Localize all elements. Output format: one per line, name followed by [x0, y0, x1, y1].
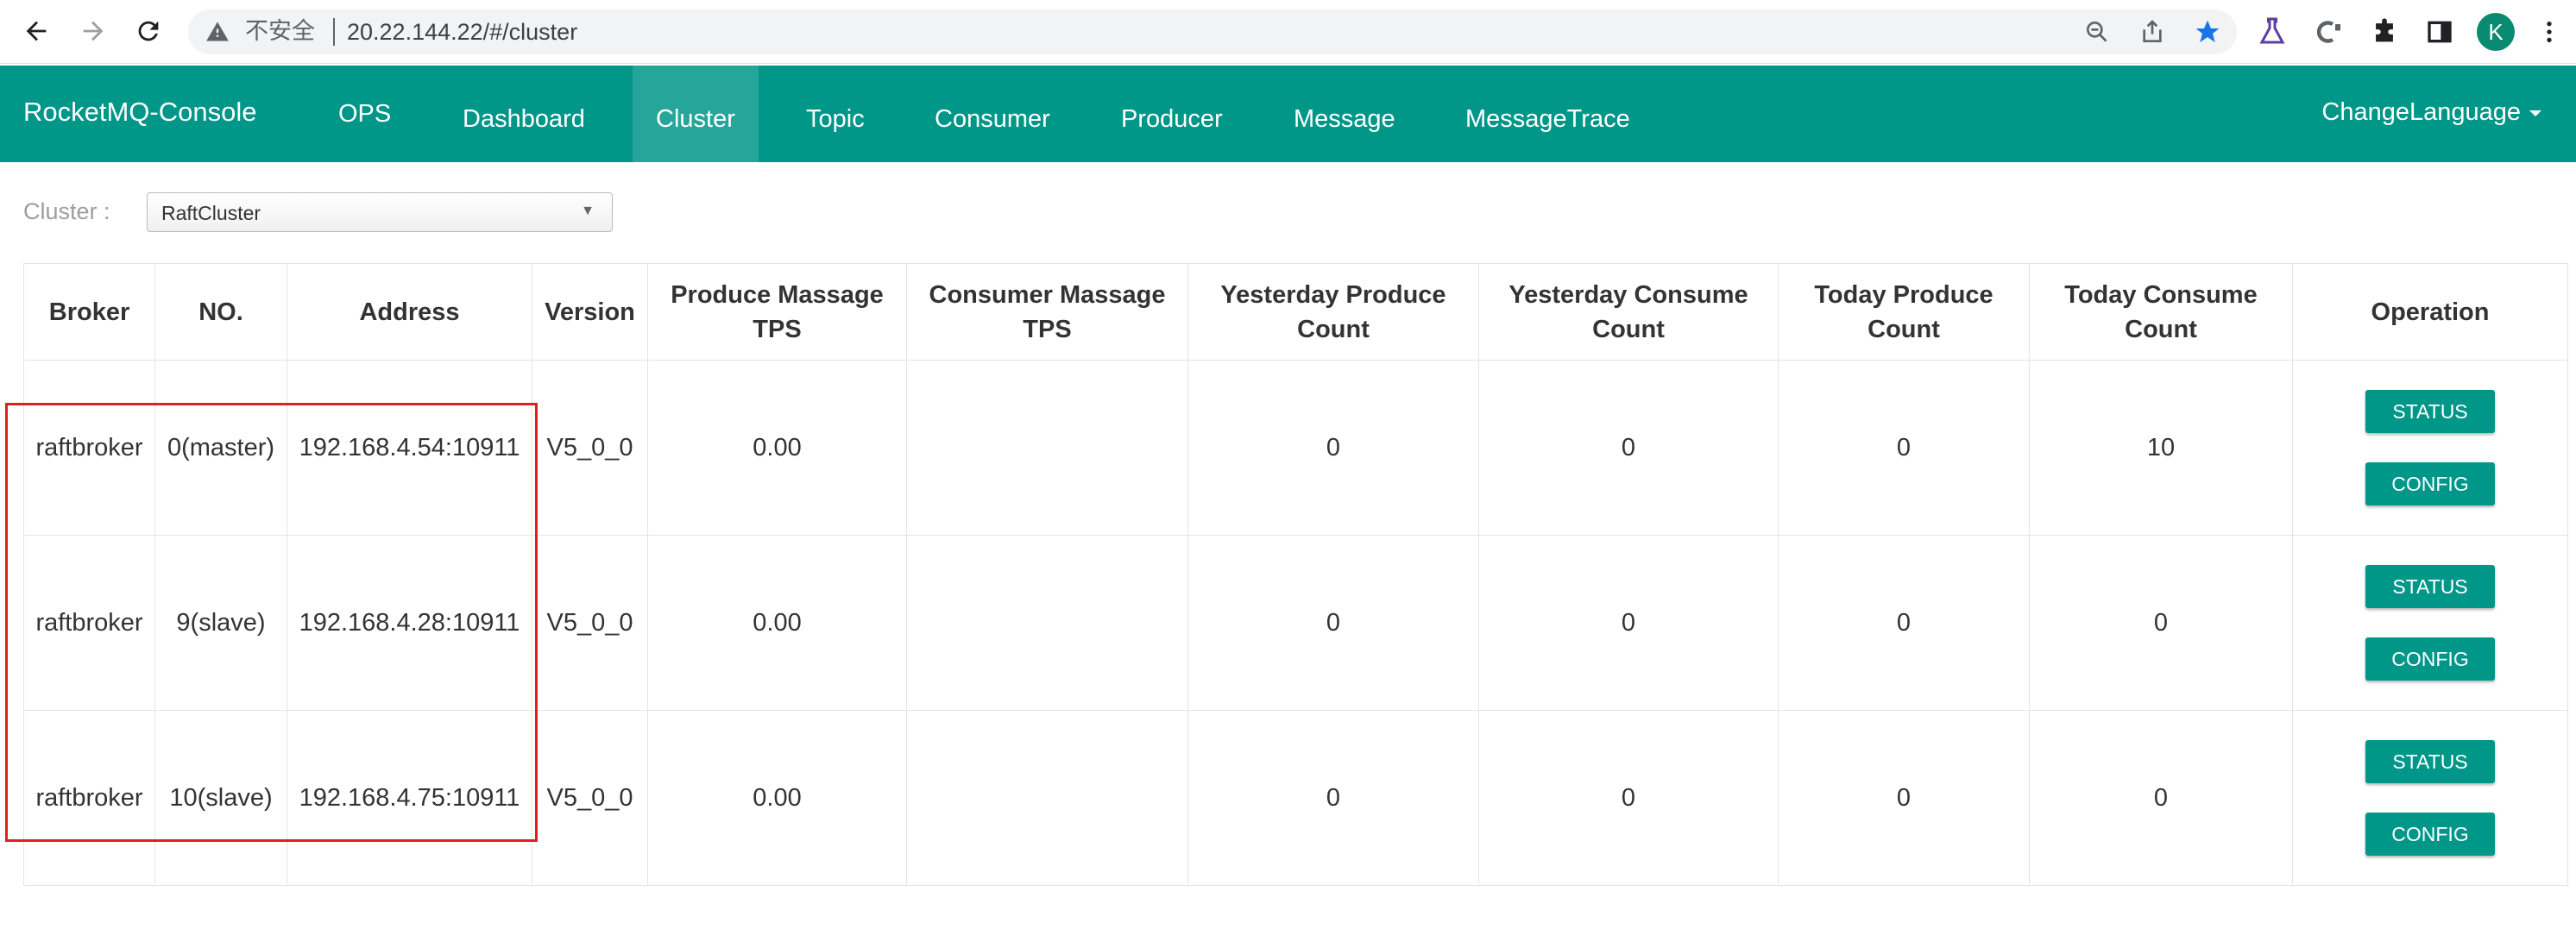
cell-operation: STATUS CONFIG — [2292, 360, 2568, 536]
table-header-row: Broker NO. Address Version Produce Massa… — [23, 263, 2568, 361]
cell-yesterday-produce: 0 — [1187, 360, 1479, 536]
status-button[interactable]: STATUS — [2365, 390, 2495, 433]
side-panel-icon[interactable] — [2423, 16, 2456, 48]
url-text[interactable]: 20.22.144.22/#/cluster — [347, 19, 577, 45]
header-produce-tps: Produce Massage TPS — [647, 263, 907, 361]
nav-dashboard[interactable]: Dashboard — [439, 71, 608, 167]
config-button[interactable]: CONFIG — [2365, 462, 2495, 505]
cell-consumer-tps — [906, 360, 1188, 536]
zoom-icon[interactable] — [2083, 18, 2111, 46]
header-broker: Broker — [23, 263, 155, 361]
cell-operation: STATUS CONFIG — [2292, 710, 2568, 886]
app-navbar: RocketMQ-Console OPS Dashboard Cluster T… — [0, 66, 2576, 162]
menu-kebab-icon[interactable] — [2533, 16, 2566, 48]
header-address: Address — [287, 263, 532, 361]
browser-toolbar: 不安全 20.22.144.22/#/cluster K — [0, 0, 2576, 64]
header-version: Version — [532, 263, 648, 361]
forward-button[interactable] — [71, 9, 116, 53]
cell-version: V5_0_0 — [532, 535, 648, 711]
cell-produce-tps: 0.00 — [647, 710, 907, 886]
header-today-consume: Today Consume Count — [2029, 263, 2293, 361]
omnibox-divider — [333, 18, 335, 46]
puzzle-extensions-icon[interactable] — [2368, 16, 2401, 48]
warning-icon — [206, 22, 229, 41]
dropdown-arrow-icon: ▼ — [581, 204, 595, 218]
cell-version: V5_0_0 — [532, 710, 648, 886]
highlight-box — [5, 403, 538, 842]
status-button[interactable]: STATUS — [2365, 565, 2495, 608]
nav-messagetrace[interactable]: MessageTrace — [1442, 71, 1653, 167]
reload-icon — [138, 21, 159, 41]
reload-button[interactable] — [126, 9, 171, 53]
insecure-label: 不安全 — [245, 18, 315, 45]
cell-operation: STATUS CONFIG — [2292, 535, 2568, 711]
cluster-select-value: RaftCluster — [161, 202, 261, 224]
cell-today-consume: 10 — [2029, 360, 2293, 536]
cell-produce-tps: 0.00 — [647, 535, 907, 711]
nav-ops[interactable]: OPS — [315, 66, 414, 162]
cell-today-consume: 0 — [2029, 535, 2293, 711]
brand-title[interactable]: RocketMQ-Console — [23, 95, 256, 129]
header-yesterday-produce: Yesterday Produce Count — [1187, 263, 1479, 361]
share-icon[interactable] — [2138, 18, 2166, 46]
cell-yesterday-produce: 0 — [1187, 535, 1479, 711]
cell-yesterday-produce: 0 — [1187, 710, 1479, 886]
header-today-produce: Today Produce Count — [1778, 263, 2030, 361]
config-button[interactable]: CONFIG — [2365, 813, 2495, 856]
cell-yesterday-consume: 0 — [1478, 535, 1779, 711]
nav-topic[interactable]: Topic — [783, 71, 888, 167]
cell-today-consume: 0 — [2029, 710, 2293, 886]
header-yesterday-consume: Yesterday Consume Count — [1478, 263, 1779, 361]
header-consumer-tps: Consumer Massage TPS — [906, 263, 1188, 361]
cell-consumer-tps — [906, 535, 1188, 711]
flask-extension-icon[interactable] — [2256, 16, 2289, 48]
status-button[interactable]: STATUS — [2365, 740, 2495, 783]
nav-message[interactable]: Message — [1270, 71, 1419, 167]
address-bar[interactable]: 不安全 20.22.144.22/#/cluster — [188, 9, 2237, 54]
cell-version: V5_0_0 — [532, 360, 648, 536]
cell-consumer-tps — [906, 710, 1188, 886]
cell-today-produce: 0 — [1778, 710, 2030, 886]
forward-arrow-icon — [83, 21, 104, 41]
cell-today-produce: 0 — [1778, 535, 2030, 711]
profile-avatar[interactable]: K — [2477, 13, 2515, 51]
header-no: NO. — [154, 263, 287, 361]
cell-produce-tps: 0.00 — [647, 360, 907, 536]
cell-yesterday-consume: 0 — [1478, 710, 1779, 886]
change-language-label: ChangeLanguage — [2321, 98, 2521, 126]
code-extension-icon[interactable] — [2311, 16, 2344, 48]
nav-consumer[interactable]: Consumer — [911, 71, 1074, 167]
back-arrow-icon — [26, 21, 47, 41]
nav-producer[interactable]: Producer — [1098, 71, 1246, 167]
bookmark-star-icon[interactable] — [2194, 18, 2221, 46]
change-language-dropdown[interactable]: ChangeLanguage — [2321, 95, 2541, 129]
back-button[interactable] — [14, 9, 59, 53]
header-operation: Operation — [2292, 263, 2568, 361]
cluster-label: Cluster : — [23, 198, 110, 224]
caret-down-icon — [2529, 110, 2541, 116]
config-button[interactable]: CONFIG — [2365, 637, 2495, 681]
cell-yesterday-consume: 0 — [1478, 360, 1779, 536]
cell-today-produce: 0 — [1778, 360, 2030, 536]
cluster-select[interactable]: RaftCluster ▼ — [147, 192, 613, 232]
nav-cluster[interactable]: Cluster — [633, 66, 759, 162]
